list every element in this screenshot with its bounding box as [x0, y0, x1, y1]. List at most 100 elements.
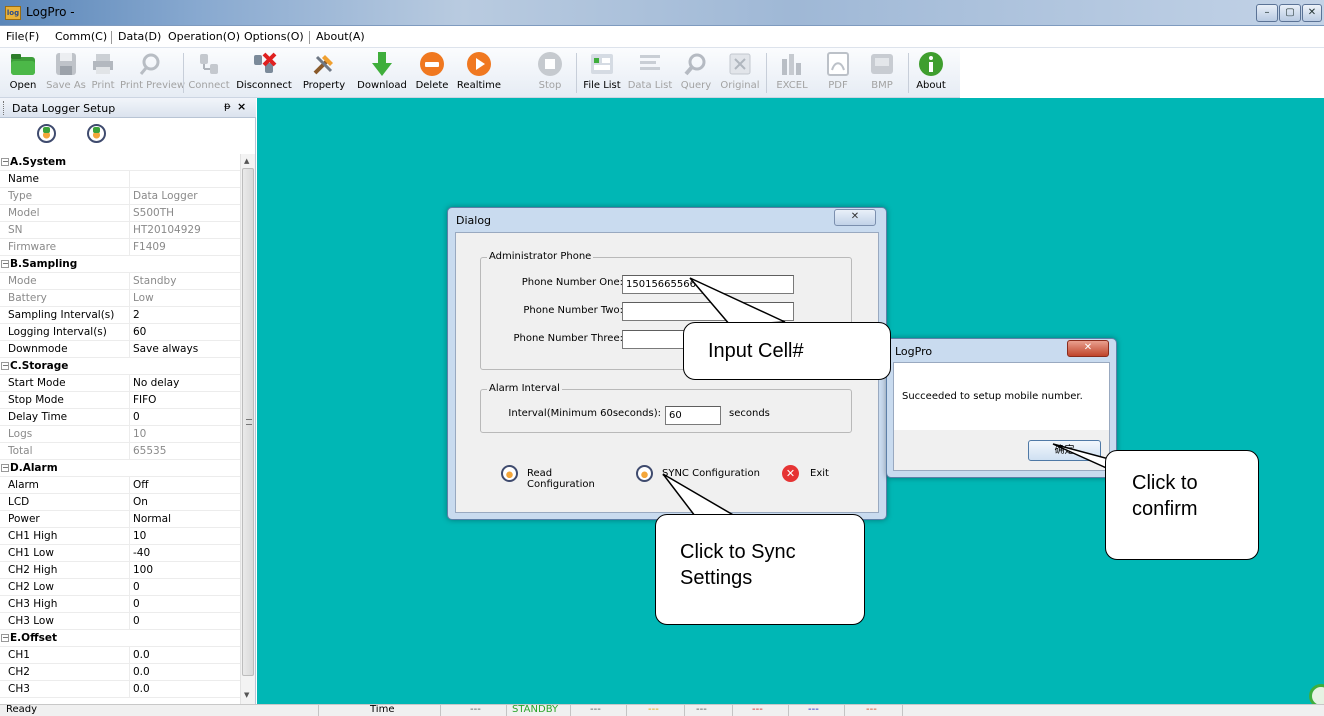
menu-data[interactable]: Data(D)	[118, 30, 161, 43]
toolbar-save-as-button[interactable]: Save As	[46, 51, 86, 91]
grid-row[interactable]: LCD On	[0, 494, 240, 511]
toolbar-bmp-button[interactable]: BMP	[862, 51, 902, 91]
grid-row[interactable]: Downmode Save always	[0, 341, 240, 358]
pin-icon[interactable]: ᵽ	[224, 101, 231, 112]
menu-comm[interactable]: Comm(C)	[55, 30, 107, 43]
toolbar-print-preview-button[interactable]: Print Preview	[120, 51, 185, 91]
panel-close-button[interactable]: ×	[237, 100, 246, 113]
menu-file[interactable]: File(F)	[6, 30, 39, 43]
ok-confirm-button[interactable]: 确定	[1028, 440, 1101, 461]
read-config-icon[interactable]	[37, 124, 56, 143]
grid-row[interactable]: Mode Standby	[0, 273, 240, 290]
phone-one-input[interactable]	[622, 275, 794, 294]
toolbar-open-button[interactable]: Open	[4, 51, 42, 91]
grid-row[interactable]: CH3 High 0	[0, 596, 240, 613]
collapse-toggle-icon[interactable]: −	[1, 362, 9, 370]
grid-row[interactable]: Type Data Logger	[0, 188, 240, 205]
read-configuration-button[interactable]: Read Configuration	[501, 465, 621, 490]
close-window-button[interactable]: ✕	[1302, 4, 1322, 22]
grid-row-value: 0	[133, 598, 140, 610]
grid-row[interactable]: Firmware F1409	[0, 239, 240, 256]
grid-section-header[interactable]: − E.Offset	[0, 630, 240, 647]
grid-row[interactable]: CH3 Low 0	[0, 613, 240, 630]
grid-row[interactable]: Logs 10	[0, 426, 240, 443]
toolbar-data-list-button[interactable]: Data List	[626, 51, 674, 91]
grid-column-divider	[129, 477, 130, 494]
grid-row-key: LCD	[8, 496, 30, 508]
grid-row[interactable]: Total 65535	[0, 443, 240, 460]
interval-input[interactable]	[665, 406, 721, 425]
status-separator	[902, 705, 903, 716]
panel-scrollbar[interactable]: ▲ ▼	[240, 154, 255, 704]
status-time-label: Time	[370, 704, 395, 715]
grid-row[interactable]: CH1 0.0	[0, 647, 240, 664]
toolbar-pdf-button[interactable]: PDF	[818, 51, 858, 91]
data-list-icon	[637, 51, 663, 77]
grid-row-value: 0	[133, 615, 140, 627]
grid-section-header[interactable]: − B.Sampling	[0, 256, 240, 273]
grid-row[interactable]: Power Normal	[0, 511, 240, 528]
collapse-toggle-icon[interactable]: −	[1, 634, 9, 642]
grid-row[interactable]: CH2 High 100	[0, 562, 240, 579]
grid-section-header[interactable]: − C.Storage	[0, 358, 240, 375]
scroll-up-arrow-icon[interactable]: ▲	[244, 157, 249, 165]
toolbar-label: Query	[680, 80, 712, 91]
toolbar-disconnect-button[interactable]: Disconnect	[232, 51, 296, 91]
toolbar-print-button[interactable]: Print	[88, 51, 118, 91]
grid-row[interactable]: Alarm Off	[0, 477, 240, 494]
toolbar-label: Data List	[627, 80, 673, 91]
collapse-toggle-icon[interactable]: −	[1, 260, 9, 268]
grid-row[interactable]: CH1 Low -40	[0, 545, 240, 562]
toolbar-delete-button[interactable]: Delete	[412, 51, 452, 91]
grid-row[interactable]: CH2 Low 0	[0, 579, 240, 596]
toolbar-query-button[interactable]: Query	[676, 51, 716, 91]
grid-row[interactable]: Model S500TH	[0, 205, 240, 222]
menu-options[interactable]: Options(O)	[244, 30, 304, 43]
panel-drag-grip[interactable]	[3, 101, 6, 115]
grid-row[interactable]: Name	[0, 171, 240, 188]
grid-row[interactable]: Sampling Interval(s) 2	[0, 307, 240, 324]
grid-section-header[interactable]: − D.Alarm	[0, 460, 240, 477]
toolbar-property-button[interactable]: Property	[296, 51, 352, 91]
menu-about[interactable]: About(A)	[316, 30, 365, 43]
toolbar-excel-button[interactable]: EXCEL	[770, 51, 814, 91]
grid-row-value: FIFO	[133, 394, 157, 406]
property-tools-icon	[311, 51, 337, 77]
grid-row[interactable]: Logging Interval(s) 60	[0, 324, 240, 341]
grid-row[interactable]: SN HT20104929	[0, 222, 240, 239]
toolbar-label: Stop	[538, 80, 562, 91]
grid-row[interactable]: Delay Time 0	[0, 409, 240, 426]
phone-two-input[interactable]	[622, 302, 794, 321]
toolbar-file-list-button[interactable]: File List	[580, 51, 624, 91]
msgbox-close-button[interactable]: ✕	[1067, 340, 1109, 357]
collapse-toggle-icon[interactable]: −	[1, 158, 9, 166]
scroll-down-arrow-icon[interactable]: ▼	[244, 691, 249, 699]
toolbar-label: Connect	[188, 80, 230, 91]
collapse-toggle-icon[interactable]: −	[1, 464, 9, 472]
grid-row[interactable]: Battery Low	[0, 290, 240, 307]
grid-row-value: 2	[133, 309, 140, 321]
minimize-button[interactable]: –	[1256, 4, 1278, 22]
scrollbar-thumb[interactable]	[242, 168, 254, 676]
grid-row-value: Save always	[133, 343, 199, 355]
menu-operation[interactable]: Operation(O)	[168, 30, 240, 43]
dialog-close-button[interactable]: ✕	[834, 209, 876, 226]
status-separator	[626, 705, 627, 716]
toolbar-download-button[interactable]: Download	[352, 51, 412, 91]
grid-row[interactable]: CH2 0.0	[0, 664, 240, 681]
maximize-button[interactable]: ▢	[1279, 4, 1301, 22]
grid-row[interactable]: Start Mode No delay	[0, 375, 240, 392]
grid-row-value: 0.0	[133, 666, 150, 678]
exit-button[interactable]: ✕ Exit	[782, 465, 842, 485]
grid-row[interactable]: CH1 High 10	[0, 528, 240, 545]
grid-section-header[interactable]: − A.System	[0, 154, 240, 171]
toolbar-about-button[interactable]: About	[912, 51, 950, 91]
grid-row[interactable]: Stop Mode FIFO	[0, 392, 240, 409]
grid-row[interactable]: CH3 0.0	[0, 681, 240, 698]
toolbar-stop-button[interactable]: Stop	[532, 51, 568, 91]
toolbar-realtime-button[interactable]: Realtime	[454, 51, 504, 91]
toolbar-connect-button[interactable]: Connect	[186, 51, 232, 91]
sync-config-icon[interactable]	[87, 124, 106, 143]
sync-configuration-button[interactable]: SYNC Configuration	[636, 465, 766, 485]
toolbar-original-button[interactable]: Original	[718, 51, 762, 91]
